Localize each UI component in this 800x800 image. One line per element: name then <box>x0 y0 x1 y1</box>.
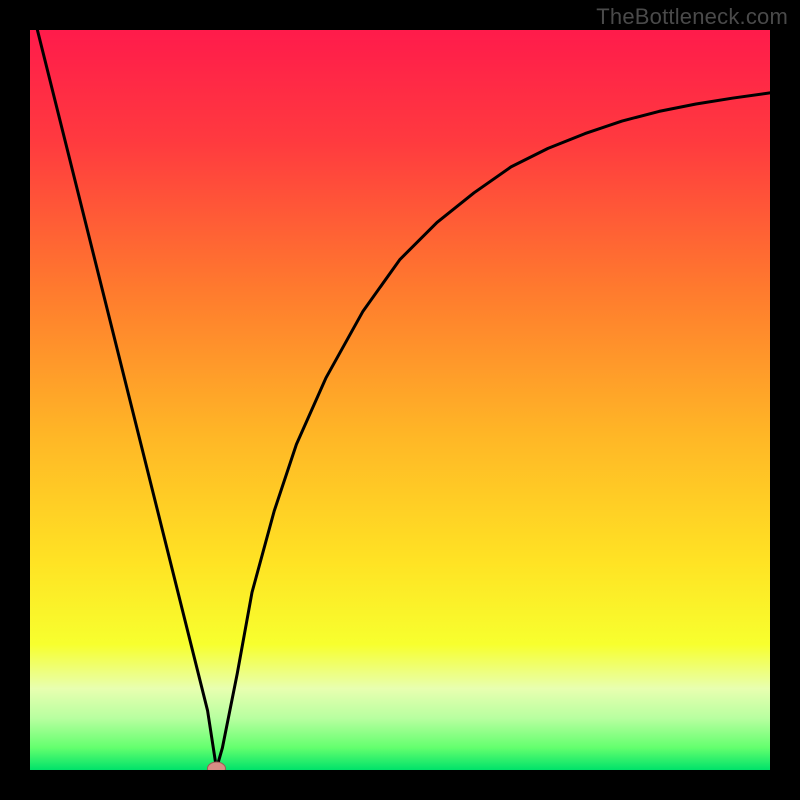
chart-frame: TheBottleneck.com <box>0 0 800 800</box>
gradient-background <box>30 30 770 770</box>
plot-area <box>30 30 770 770</box>
watermark-text: TheBottleneck.com <box>596 4 788 30</box>
bottleneck-curve-chart <box>30 30 770 770</box>
